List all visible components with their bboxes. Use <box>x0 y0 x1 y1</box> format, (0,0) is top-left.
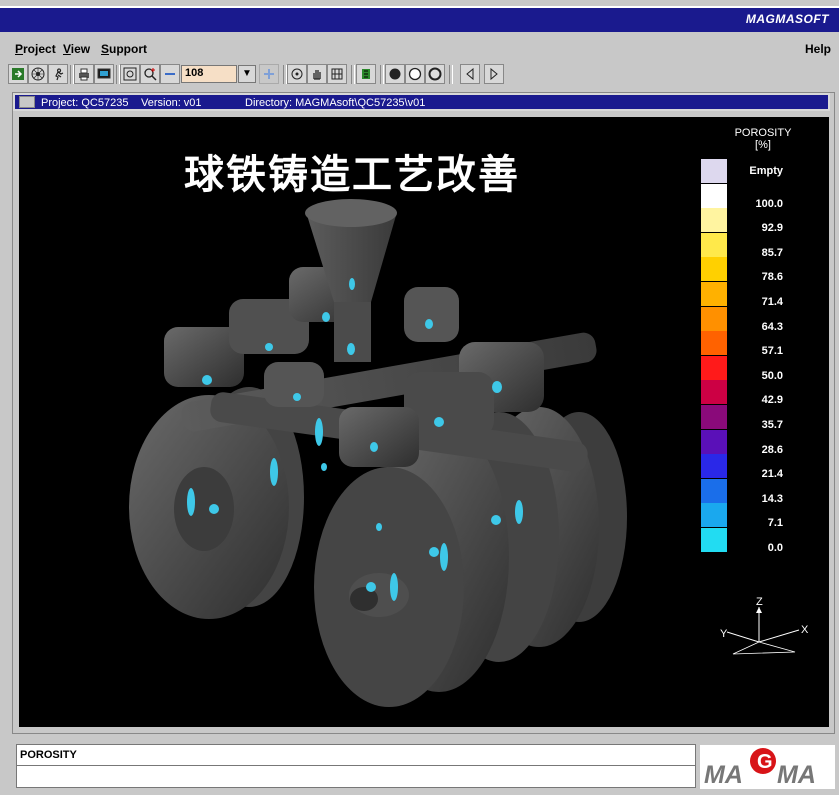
exit-icon[interactable] <box>8 64 28 84</box>
next-icon[interactable] <box>484 64 504 84</box>
status-panel: POROSITY <box>16 744 696 788</box>
layers-icon[interactable] <box>356 64 376 84</box>
legend-label: 0.0 <box>767 542 783 554</box>
status-label: POROSITY <box>20 749 77 761</box>
axis-z-label: Z <box>756 597 763 608</box>
legend-swatch <box>701 232 727 257</box>
window-menu-icon[interactable] <box>19 96 35 108</box>
legend-swatch <box>701 528 727 552</box>
legend-label: 35.7 <box>761 419 783 431</box>
casting-model <box>129 199 627 707</box>
legend-swatch <box>701 454 727 479</box>
legend-label: 85.7 <box>761 246 783 259</box>
legend-label: 92.9 <box>761 222 783 235</box>
zoom-decrease-icon[interactable] <box>160 64 180 84</box>
legend-label: 21.4 <box>761 468 783 481</box>
project-name: Project: QC57235 <box>41 97 129 109</box>
legend-label: 71.4 <box>761 296 783 308</box>
legend-label: 64.3 <box>761 320 783 333</box>
legend-swatch <box>701 355 727 380</box>
legend-label: 78.6 <box>761 271 783 284</box>
legend-swatch <box>701 159 727 183</box>
legend-swatch <box>701 257 727 282</box>
project-version: Version: v01 <box>141 97 202 109</box>
zoom-level-input[interactable]: 108 <box>181 65 237 83</box>
legend-label: 42.9 <box>761 394 783 407</box>
menu-support[interactable]: Support <box>101 42 147 56</box>
print-icon[interactable] <box>74 64 94 84</box>
chevron-down-icon[interactable]: ▼ <box>238 65 256 83</box>
legend-title-name: POROSITY <box>734 127 792 139</box>
project-window: Project: QC57235 Version: v01 Directory:… <box>12 92 835 734</box>
legend-swatch <box>701 208 727 233</box>
zoom-increase-icon[interactable] <box>259 64 279 84</box>
wheel-icon[interactable] <box>28 64 48 84</box>
grid-view-icon[interactable] <box>327 64 347 84</box>
legend-swatch <box>701 503 727 528</box>
legend-label: 7.1 <box>767 517 783 530</box>
rotate-icon[interactable] <box>287 64 307 84</box>
toolbar: 108 ▼ <box>0 62 839 88</box>
legend-title-unit: [%] <box>755 139 771 151</box>
menu-project[interactable]: Project <box>15 42 56 56</box>
legend-swatch <box>701 429 727 454</box>
axis-x-label: X <box>801 624 809 636</box>
display-icon[interactable] <box>94 64 114 84</box>
solid-shading-icon[interactable] <box>385 64 405 84</box>
legend-label: 28.6 <box>761 443 783 456</box>
axis-triad: Z Y X <box>720 597 809 655</box>
hidden-line-icon[interactable] <box>425 64 445 84</box>
legend-swatch <box>701 282 727 306</box>
legend-label: 50.0 <box>761 369 783 382</box>
app-title-bar: MAGMASOFT <box>0 6 839 32</box>
legend-title: POROSITY [%] <box>713 127 813 151</box>
legend-swatch <box>701 183 727 208</box>
project-directory: Directory: MAGMAsoft\QC57235\v01 <box>245 97 426 109</box>
outline-shading-icon[interactable] <box>405 64 425 84</box>
zoom-in-icon[interactable] <box>140 64 160 84</box>
legend-swatch <box>701 478 727 503</box>
legend-label: Empty <box>749 165 783 177</box>
axis-y-label: Y <box>720 628 728 640</box>
menu-help[interactable]: Help <box>805 42 831 56</box>
3d-viewport[interactable]: 球铁铸造工艺改善 POROSITY [%] Z Y X Empty 100.0 … <box>19 117 829 727</box>
legend-label: 14.3 <box>761 492 783 505</box>
svg-text:MA: MA <box>704 761 743 789</box>
legend-label: 57.1 <box>761 345 783 358</box>
zoom-fit-icon[interactable] <box>120 64 140 84</box>
pan-hand-icon[interactable] <box>307 64 327 84</box>
menu-bar: Project View Support Help <box>0 38 839 60</box>
menu-view[interactable]: View <box>63 42 90 56</box>
legend-swatch <box>701 380 727 405</box>
legend-label: 100.0 <box>755 197 783 210</box>
legend-swatch <box>701 405 727 429</box>
previous-icon[interactable] <box>460 64 480 84</box>
legend-swatch <box>701 306 727 331</box>
svg-text:G: G <box>757 751 773 773</box>
svg-text:MA: MA <box>777 761 816 789</box>
legend-swatch <box>701 331 727 356</box>
magma-logo: G MA MA <box>700 745 835 789</box>
app-title: MAGMASOFT <box>745 12 829 26</box>
project-window-title-bar: Project: QC57235 Version: v01 Directory:… <box>13 93 830 111</box>
run-icon[interactable] <box>48 64 68 84</box>
